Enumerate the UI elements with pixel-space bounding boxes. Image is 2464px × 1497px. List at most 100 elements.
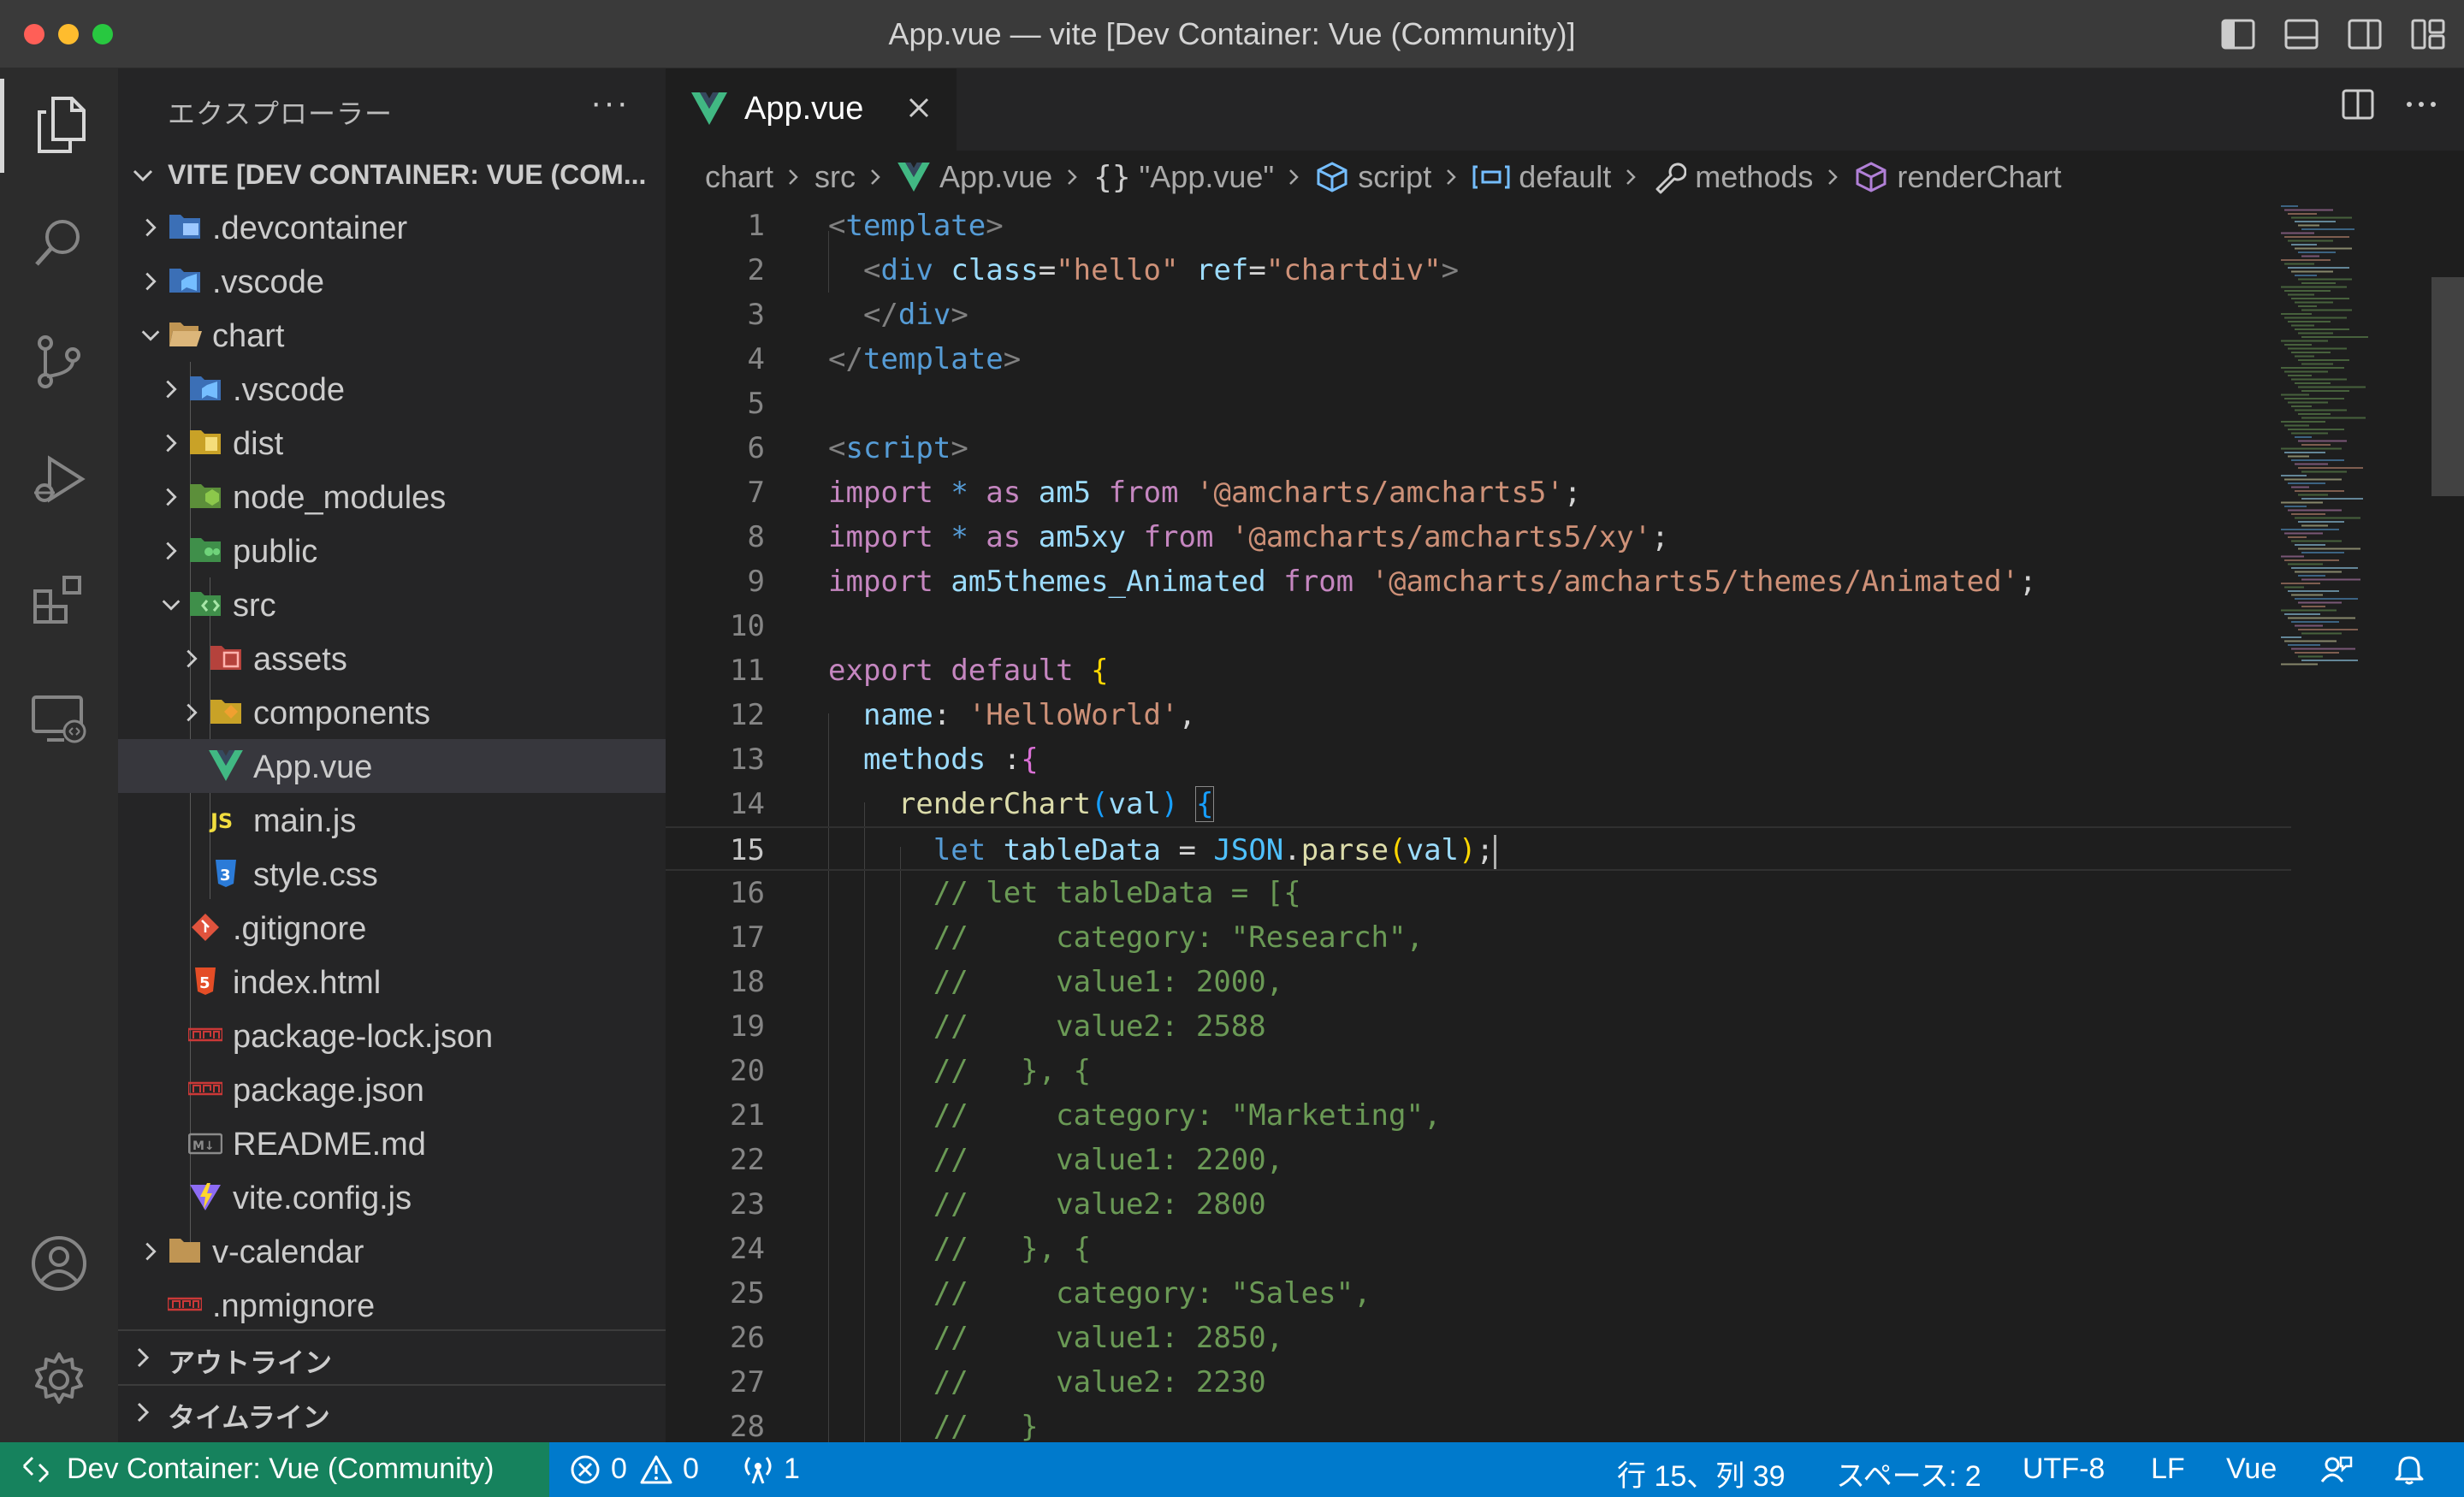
code-line[interactable]: 16 // let tableData = [{ [666,871,2291,915]
tree-item[interactable]: App.vue [118,739,666,793]
tab-app-vue[interactable]: App.vue [666,68,957,151]
code-line[interactable]: 19 // value2: 2588 [666,1004,2291,1049]
tree-item[interactable]: dist [118,416,666,470]
remote-indicator[interactable]: Dev Container: Vue (Community) [0,1442,549,1497]
code-line[interactable]: 17 // category: "Research", [666,915,2291,960]
workspace-root[interactable]: VITE [DEV CONTAINER: VUE (COM... [118,151,666,200]
tree-item[interactable]: .devcontainer [118,200,666,254]
breadcrumb-src[interactable]: src [814,159,856,195]
code-line[interactable]: 2 <div class="hello" ref="chartdiv"> [666,248,2291,293]
cursor-position[interactable]: 行 15、列 39 [1617,1453,1786,1494]
extensions-activity[interactable] [0,553,118,647]
tree-item[interactable]: package-lock.json [118,1009,666,1062]
breadcrumb-default[interactable]: default [1519,159,1611,195]
code-editor[interactable]: 1 <template> 2 <div class="hello" ref="cha… [666,204,2291,1442]
code-line[interactable]: 9 import am5themes_Animated from '@amchar… [666,559,2291,604]
chevron-right-icon[interactable] [139,269,163,298]
scrollbar-thumb[interactable] [2431,277,2464,496]
explorer-more-button[interactable]: ··· [590,84,630,122]
tree-item[interactable]: .gitignore [118,901,666,955]
code-line[interactable]: 10 [666,604,2291,648]
code-line[interactable]: 14 renderChart(val) { [666,782,2291,826]
search-activity[interactable] [0,195,118,289]
tree-item[interactable]: package.json [118,1062,666,1116]
tree-item[interactable]: M↓ README.md [118,1116,666,1170]
code-line[interactable]: 12 name: 'HelloWorld', [666,693,2291,737]
code-line[interactable]: 20 // }, { [666,1049,2291,1093]
chevron-right-icon[interactable] [180,647,204,675]
remote-explorer-activity[interactable] [0,672,118,766]
chevron-down-icon[interactable] [139,323,163,352]
chevron-right-icon[interactable] [159,539,183,567]
tree-item[interactable]: chart [118,308,666,362]
manage-activity[interactable] [0,1333,118,1427]
tree-item[interactable]: assets [118,631,666,685]
close-icon[interactable] [905,94,933,121]
accounts-activity[interactable] [0,1216,118,1311]
code-line[interactable]: 24 // }, { [666,1227,2291,1271]
run-debug-activity[interactable] [0,435,118,529]
breadcrumb-file[interactable]: App.vue [939,159,1052,195]
code-line[interactable]: 1 <template> [666,204,2291,248]
code-line[interactable]: 23 // value2: 2800 [666,1182,2291,1227]
ports-count[interactable]: 1 [784,1453,800,1486]
tree-item[interactable]: node_modules [118,470,666,524]
toggle-panel-icon[interactable] [2283,15,2320,53]
chevron-right-icon[interactable] [180,701,204,729]
bell-icon[interactable] [2394,1454,2425,1485]
outline-section[interactable]: アウトライン [118,1329,666,1382]
code-line[interactable]: 6 <script> [666,426,2291,470]
code-line[interactable]: 25 // category: "Sales", [666,1271,2291,1316]
tree-item[interactable]: public [118,524,666,577]
end-of-line[interactable]: LF [2151,1453,2185,1486]
customize-layout-icon[interactable] [2409,15,2447,53]
code-line[interactable]: 13 methods :{ [666,737,2291,782]
code-line[interactable]: 18 // value1: 2000, [666,960,2291,1004]
toggle-secondary-sidebar-icon[interactable] [2346,15,2384,53]
breadcrumb-methods[interactable]: methods [1695,159,1813,195]
code-line[interactable]: 22 // value1: 2200, [666,1138,2291,1182]
explorer-activity[interactable] [0,79,118,173]
indentation[interactable]: スペース: 2 [1836,1453,1981,1494]
warning-count[interactable]: 0 [683,1453,699,1486]
code-line[interactable]: 27 // value2: 2230 [666,1360,2291,1405]
code-line[interactable]: 7 import * as am5 from '@amcharts/amchart… [666,470,2291,515]
code-line[interactable]: 8 import * as am5xy from '@amcharts/amcha… [666,515,2291,559]
tree-item[interactable]: v-calendar [118,1224,666,1278]
code-line[interactable]: 26 // value1: 2850, [666,1316,2291,1360]
code-line[interactable]: 15 let tableData = JSON.parse(val); [666,826,2291,871]
tree-item[interactable]: components [118,685,666,739]
tree-item[interactable]: .npmignore [118,1278,666,1332]
more-actions-icon[interactable] [2404,87,2438,121]
code-line[interactable]: 11 export default { [666,648,2291,693]
chevron-right-icon[interactable] [159,431,183,459]
breadcrumb-renderchart[interactable]: renderChart [1897,159,2061,195]
toggle-primary-sidebar-icon[interactable] [2219,15,2257,53]
chevron-down-icon[interactable] [159,593,183,621]
code-line[interactable]: 5 [666,382,2291,426]
code-line[interactable]: 21 // category: "Marketing", [666,1093,2291,1138]
tree-item[interactable]: JS main.js [118,793,666,847]
breadcrumb-module[interactable]: "App.vue" [1140,159,1275,195]
tree-item[interactable]: vite.config.js [118,1170,666,1224]
code-line[interactable]: 3 </div> [666,293,2291,337]
breadcrumb-chart[interactable]: chart [705,159,773,195]
chevron-right-icon[interactable] [159,377,183,405]
chevron-right-icon[interactable] [139,216,163,244]
tree-item[interactable]: 5 index.html [118,955,666,1009]
breadcrumb-script[interactable]: script [1358,159,1431,195]
error-count[interactable]: 0 [611,1453,627,1486]
tree-item[interactable]: .vscode [118,362,666,416]
tree-item[interactable]: src [118,577,666,631]
tree-item[interactable]: .vscode [118,254,666,308]
minimap[interactable] [2274,205,2411,719]
source-control-activity[interactable] [0,315,118,409]
encoding[interactable]: UTF-8 [2023,1453,2105,1486]
code-line[interactable]: 28 // } [666,1405,2291,1442]
vertical-scrollbar[interactable] [2431,205,2464,1442]
timeline-section[interactable]: タイムライン [118,1384,666,1437]
feedback-icon[interactable] [2320,1454,2353,1485]
chevron-right-icon[interactable] [139,1240,163,1268]
split-editor-icon[interactable] [2341,87,2375,121]
code-line[interactable]: 4 </template> [666,337,2291,382]
